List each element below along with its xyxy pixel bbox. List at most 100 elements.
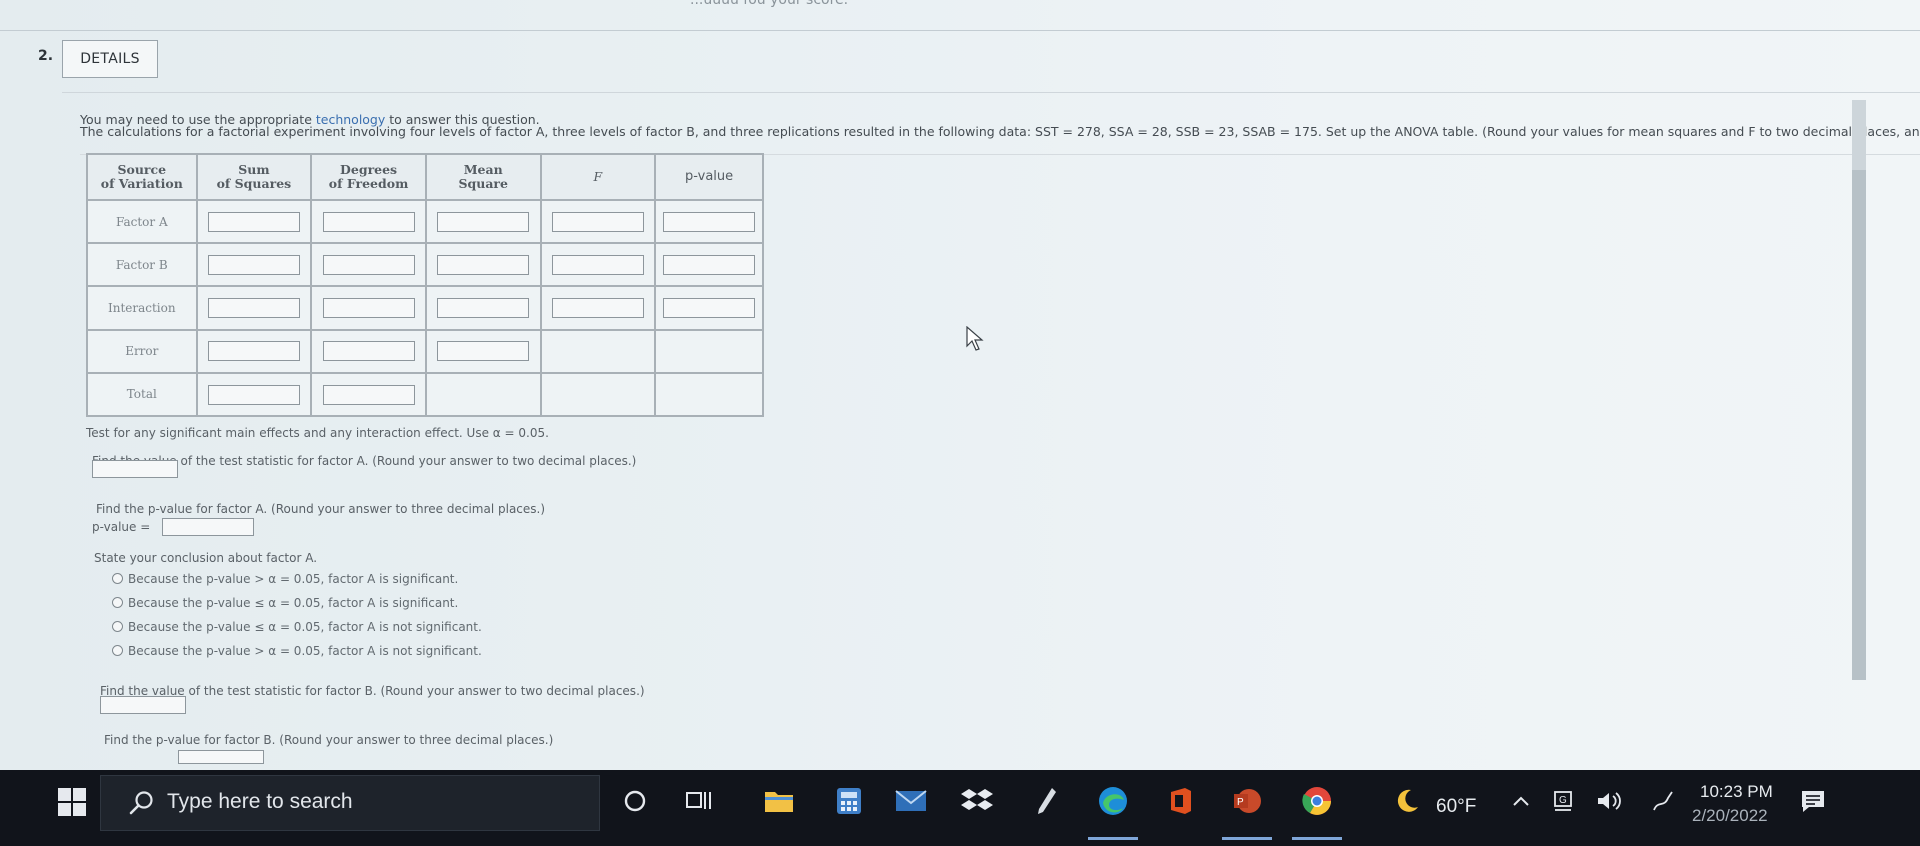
mean-square-input[interactable] [437, 255, 530, 276]
radio-icon[interactable] [112, 645, 123, 656]
cell-p-value [654, 371, 764, 418]
cell-f[interactable] [539, 198, 657, 245]
taskbar-search-box[interactable]: Type here to search [100, 775, 600, 831]
cell-degrees-freedom[interactable] [310, 242, 427, 288]
anova-row: Factor A [86, 198, 764, 245]
cortana-icon[interactable] [618, 784, 652, 818]
cell-degrees-freedom[interactable] [310, 198, 427, 245]
cell-f [539, 371, 657, 418]
pen-workspace-icon[interactable] [1646, 784, 1680, 818]
row-label: Total [86, 371, 198, 418]
cell-sum-squares[interactable] [195, 198, 313, 245]
chevron-up-icon[interactable] [1504, 784, 1538, 818]
clock-date[interactable]: 2/20/2022 [1692, 806, 1768, 826]
option-label: Because the p-value ≤ α = 0.05, factor A… [128, 596, 459, 610]
p-factor-b-input[interactable] [178, 750, 264, 764]
option-4[interactable]: Because the p-value > α = 0.05, factor A… [112, 644, 482, 658]
chrome-icon[interactable] [1300, 784, 1334, 818]
radio-icon[interactable] [112, 573, 123, 584]
option-3[interactable]: Because the p-value ≤ α = 0.05, factor A… [112, 620, 482, 634]
cell-f[interactable] [539, 285, 657, 331]
cell-sum-squares[interactable] [195, 371, 313, 418]
option-label: Because the p-value > α = 0.05, factor A… [128, 644, 482, 658]
cell-p-value[interactable] [654, 242, 764, 288]
active-app-indicator [1222, 837, 1272, 840]
f-factor-a-input[interactable] [92, 460, 178, 478]
cell-sum-squares[interactable] [195, 328, 313, 374]
cell-p-value [654, 328, 764, 374]
header-f: F [539, 153, 657, 201]
radio-icon[interactable] [112, 597, 123, 608]
cell-sum-squares[interactable] [195, 242, 313, 288]
edge-browser-icon[interactable] [1096, 784, 1130, 818]
degrees-freedom-input[interactable] [322, 384, 415, 405]
row-label: Factor B [86, 242, 198, 288]
weather-moon-icon[interactable] [1390, 784, 1424, 818]
cell-degrees-freedom[interactable] [310, 285, 427, 331]
degrees-freedom-input[interactable] [322, 298, 415, 319]
f-factor-b-input[interactable] [100, 696, 186, 714]
speaker-icon[interactable] [1592, 784, 1626, 818]
office-icon[interactable] [1164, 784, 1198, 818]
scrollbar-thumb[interactable] [1852, 170, 1866, 680]
f-input[interactable] [551, 298, 644, 319]
mean-square-input[interactable] [437, 211, 530, 232]
sum-squares-input[interactable] [207, 341, 300, 362]
cell-mean-square[interactable] [424, 242, 542, 288]
degrees-freedom-input[interactable] [322, 341, 415, 362]
p-value-input[interactable] [663, 255, 756, 276]
mail-icon[interactable] [894, 784, 928, 818]
taskbar: Type here to search P 60°F G 10:23 PM 2/… [0, 770, 1920, 846]
p-factor-a-input[interactable] [162, 518, 254, 536]
row-label: Factor A [86, 198, 198, 245]
header-degrees-freedom: Degrees of Freedom [310, 153, 427, 201]
task-view-icon[interactable] [682, 784, 716, 818]
cell-degrees-freedom[interactable] [310, 371, 427, 418]
notifications-icon[interactable] [1796, 784, 1830, 818]
cell-p-value[interactable] [654, 285, 764, 331]
option-2[interactable]: Because the p-value ≤ α = 0.05, factor A… [112, 596, 458, 610]
cell-f[interactable] [539, 242, 657, 288]
header-source: Source of Variation [86, 153, 198, 201]
test-instruction: Test for any significant main effects an… [86, 426, 549, 440]
search-icon [129, 791, 153, 815]
powerpoint-icon[interactable]: P [1230, 784, 1264, 818]
calculator-icon[interactable] [832, 784, 866, 818]
question-number: 2. [38, 48, 54, 64]
option-1[interactable]: Because the p-value > α = 0.05, factor A… [112, 572, 458, 586]
weather-temperature[interactable]: 60°F [1436, 796, 1476, 818]
f-input[interactable] [551, 255, 644, 276]
radio-icon[interactable] [112, 621, 123, 632]
input-method-icon[interactable]: G [1546, 784, 1580, 818]
degrees-freedom-input[interactable] [322, 255, 415, 276]
p-value-label: p-value = [92, 520, 151, 534]
search-placeholder: Type here to search [167, 790, 353, 813]
svg-text:G: G [1559, 795, 1567, 806]
sum-squares-input[interactable] [207, 211, 300, 232]
windows-start-icon[interactable] [58, 788, 88, 818]
cell-sum-squares[interactable] [195, 285, 313, 331]
sum-squares-input[interactable] [207, 255, 300, 276]
anova-table: Source of Variation Sum of Squares Degre… [86, 153, 764, 418]
sum-squares-input[interactable] [207, 298, 300, 319]
p-value-input[interactable] [663, 211, 756, 232]
cell-mean-square[interactable] [424, 198, 542, 245]
mean-square-input[interactable] [437, 298, 530, 319]
sum-squares-input[interactable] [207, 384, 300, 405]
degrees-freedom-input[interactable] [322, 211, 415, 232]
option-label: Because the p-value > α = 0.05, factor A… [128, 572, 459, 586]
question-p-factor-a: Find the p-value for factor A. (Round yo… [96, 502, 546, 516]
cell-p-value[interactable] [654, 198, 764, 245]
details-button[interactable]: DETAILS [62, 40, 158, 78]
p-value-input[interactable] [663, 298, 756, 319]
mean-square-input[interactable] [437, 341, 530, 362]
cell-degrees-freedom[interactable] [310, 328, 427, 374]
clock-time[interactable]: 10:23 PM [1700, 782, 1773, 802]
cell-mean-square[interactable] [424, 328, 542, 374]
dropbox-icon[interactable] [960, 784, 994, 818]
file-explorer-icon[interactable] [762, 784, 796, 818]
f-input[interactable] [551, 211, 644, 232]
cell-mean-square[interactable] [424, 285, 542, 331]
cell-f [539, 328, 657, 374]
pen-app-icon[interactable] [1030, 784, 1064, 818]
